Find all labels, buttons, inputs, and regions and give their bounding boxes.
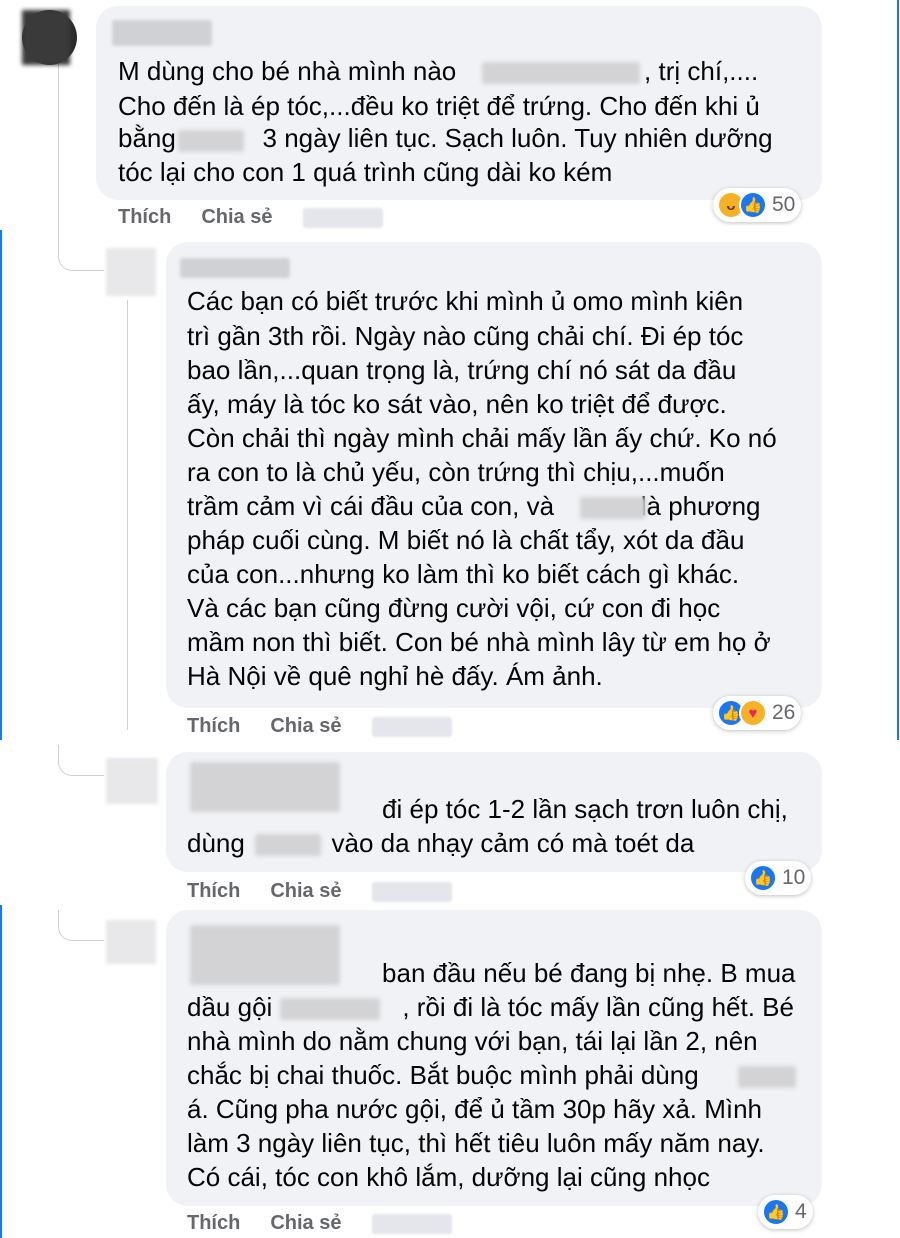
left-edge-accent [0,905,2,1238]
comment-line: ban đầu nếu bé đang bị nhẹ. B mua [187,958,796,988]
comment-line: của con...nhưng ko làm thì ko biết cách … [187,559,740,589]
reaction-count: 50 [772,193,796,216]
comment-line: ra con to là chủ yếu, còn trứng thì chịu… [187,457,725,487]
commenter-name[interactable] [112,20,212,46]
comment-line: tóc lại cho con 1 quá trình cũng dài ko … [118,157,613,187]
share-action[interactable]: Chia sẻ [270,715,341,738]
right-edge-accent [897,0,899,740]
like-action[interactable]: Thích [187,1212,240,1235]
comment-line: dầu gội , rồi đi là tóc mấy lần cũng hết… [187,992,794,1022]
comment-line: á. Cũng pha nước gội, để ủ tầm 30p hãy x… [187,1094,763,1124]
comment-actions: Thích Chia sẻ [187,1212,452,1235]
like-icon: 👍 [749,864,777,892]
censored-text [482,62,640,84]
thread-connector [58,745,104,776]
thread-line [127,300,128,730]
timestamp[interactable] [302,207,383,228]
thread-connector [58,910,104,941]
avatar-blur [22,10,70,65]
comment-line: ấy, máy là tóc ko sát vào, nên ko triệt … [187,389,727,419]
censored-text [580,497,646,519]
reaction-count: 4 [795,1200,807,1223]
share-action[interactable]: Chia sẻ [201,206,272,229]
left-edge-accent [0,230,2,740]
comment-line: làm 3 ngày liên tục, thì hết tiêu luôn m… [187,1128,765,1158]
reaction-summary[interactable]: 👍 10 [745,861,812,895]
like-action[interactable]: Thích [187,715,240,738]
comment-line: Còn chải thì ngày mình chải mấy lần ấy c… [187,423,777,453]
like-action[interactable]: Thích [187,880,240,903]
comment-line: mầm non thì biết. Con bé nhà mình lây từ… [187,627,771,657]
comment-actions: Thích Chia sẻ [187,880,452,903]
comment-line: M dùng cho bé nhà mình nào , trị chí,...… [118,56,759,86]
comment-line: Cho đến là ép tóc,...đều ko triệt để trứ… [118,91,760,121]
comment-line: pháp cuối cùng. M biết nó là chất tẩy, x… [187,525,745,555]
comment-line: chắc bị chai thuốc. Bắt buộc mình phải d… [187,1060,699,1090]
comment-actions: Thích Chia sẻ [118,206,383,229]
like-action[interactable]: Thích [118,206,171,229]
reaction-summary[interactable]: ᴗ 👍 50 [713,188,802,222]
comment-line: trì gần 3th rồi. Ngày nào cũng chải chí.… [187,321,744,351]
censored-text [255,834,321,856]
comment-line: nhà mình do nằm chung với bạn, tái lại l… [187,1026,758,1056]
thread-connector [58,240,104,271]
avatar[interactable] [106,758,158,804]
timestamp[interactable] [371,716,452,737]
reaction-count: 26 [772,701,796,724]
comment-line: đi ép tóc 1-2 lần sạch trơn luôn chị, [187,794,788,824]
avatar[interactable] [106,920,156,964]
reaction-count: 10 [782,866,806,889]
reaction-summary[interactable]: 👍 ♥ 26 [713,696,802,730]
censored-text [280,998,380,1020]
care-icon: ♥ [739,699,767,727]
comment-line: Có cái, tóc con khô lắm, dưỡng lại cũng … [187,1162,710,1192]
reaction-summary[interactable]: 👍 4 [758,1195,813,1229]
comment-actions: Thích Chia sẻ [187,715,452,738]
censored-text [178,130,244,152]
like-icon: 👍 [739,191,767,219]
share-action[interactable]: Chia sẻ [270,880,341,903]
commenter-name[interactable] [180,258,290,278]
comment-line: bao lần,...quan trọng là, trứng chí nó s… [187,355,737,385]
thread-line [58,50,59,245]
comment-line: Các bạn có biết trước khi mình ủ omo mìn… [187,286,744,316]
like-icon: 👍 [762,1198,790,1226]
comment-line: Và các bạn cũng đừng cười vội, cứ con đi… [187,593,721,623]
timestamp[interactable] [371,1213,452,1234]
timestamp[interactable] [371,881,452,902]
avatar[interactable] [106,248,156,296]
share-action[interactable]: Chia sẻ [270,1212,341,1235]
comment-line: trầm cảm vì cái đầu của con, và là phươn… [187,491,761,521]
comment-line: Hà Nội về quê nghỉ hè đấy. Ám ảnh. [187,661,603,691]
censored-text [738,1066,796,1088]
